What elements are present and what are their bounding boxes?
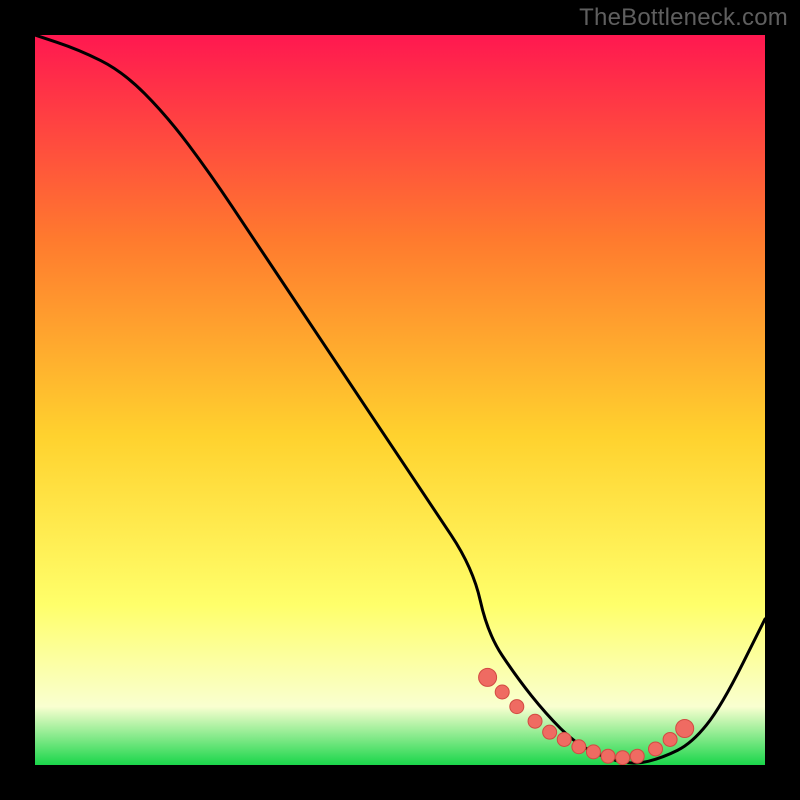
- trough-marker: [510, 700, 524, 714]
- chart-frame: TheBottleneck.com: [0, 0, 800, 800]
- trough-marker: [557, 732, 571, 746]
- trough-marker: [543, 725, 557, 739]
- trough-marker: [663, 732, 677, 746]
- trough-marker: [495, 685, 509, 699]
- trough-marker: [528, 714, 542, 728]
- trough-marker: [586, 745, 600, 759]
- trough-marker: [479, 668, 497, 686]
- gradient-background: [35, 35, 765, 765]
- trough-marker: [601, 749, 615, 763]
- chart-svg: [35, 35, 765, 765]
- trough-marker: [676, 720, 694, 738]
- trough-marker: [572, 740, 586, 754]
- plot-area: [35, 35, 765, 765]
- watermark-text: TheBottleneck.com: [579, 4, 788, 32]
- trough-marker: [630, 749, 644, 763]
- trough-marker: [649, 742, 663, 756]
- trough-marker: [616, 751, 630, 765]
